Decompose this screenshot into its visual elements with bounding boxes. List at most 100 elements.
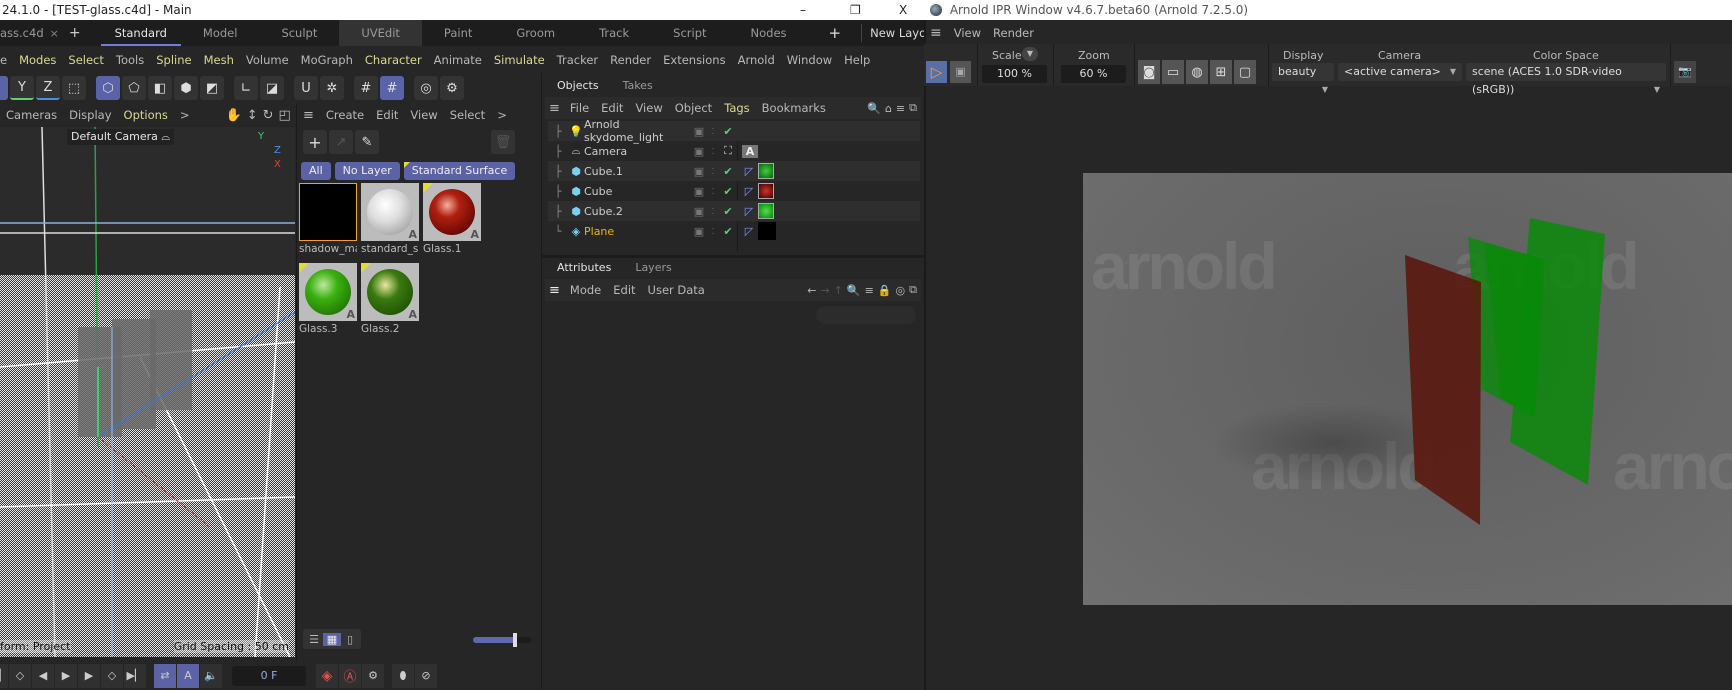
move-icon[interactable]: ↕: [247, 108, 258, 123]
material-tag-black[interactable]: [758, 222, 776, 240]
layer-visibility-icon[interactable]: ▣: [692, 205, 706, 218]
globe-icon[interactable]: ◍: [1186, 60, 1208, 84]
next-key-button[interactable]: ◇: [101, 663, 123, 688]
motion-mouse-icon[interactable]: ⬮: [392, 663, 414, 688]
search-icon[interactable]: 🔍: [847, 284, 861, 297]
grid-view-icon[interactable]: ▦: [323, 632, 341, 646]
back-arrow-icon[interactable]: ←: [807, 284, 816, 297]
edges-mode-icon[interactable]: ⬠: [122, 76, 146, 100]
tab-script[interactable]: Script: [651, 20, 728, 46]
editor-render-dots-icon[interactable]: ⁚: [706, 187, 720, 196]
restore-button[interactable]: ❐: [850, 0, 861, 20]
layer-visibility-icon[interactable]: ▣: [692, 125, 706, 138]
current-frame-field[interactable]: 0 F: [232, 665, 306, 686]
objects-menu-view[interactable]: View: [629, 101, 668, 115]
previous-frame-button[interactable]: ◀: [32, 663, 54, 688]
menu-window[interactable]: Window: [781, 53, 838, 67]
filter-icon[interactable]: ≡: [896, 102, 905, 115]
close-document-icon[interactable]: ×: [50, 27, 59, 40]
render-settings-icon[interactable]: ⚙: [440, 76, 464, 100]
menu-select[interactable]: Select: [62, 53, 109, 67]
polygons-mode-icon[interactable]: ◧: [148, 76, 172, 100]
magnet-icon[interactable]: Ս: [294, 76, 318, 100]
objects-menu-file[interactable]: File: [564, 101, 595, 115]
texture-tag-icon[interactable]: ◸: [742, 225, 756, 238]
hamburger-menu-icon[interactable]: ≡: [303, 108, 314, 123]
material-tag-green[interactable]: [758, 163, 774, 179]
new-window-icon[interactable]: ⧉: [909, 283, 917, 297]
texture-mode-icon[interactable]: ◪: [260, 76, 284, 100]
sound-icon[interactable]: 🔈: [200, 663, 222, 688]
menu-file[interactable]: e: [0, 53, 13, 67]
enabled-check-icon[interactable]: ✔: [720, 165, 736, 178]
tab-paint[interactable]: Paint: [422, 20, 494, 46]
scale-dropdown-icon[interactable]: ▼: [1022, 47, 1038, 61]
list-view-icon[interactable]: ☰: [305, 633, 323, 646]
material-menu-edit[interactable]: Edit: [370, 108, 404, 122]
editor-render-dots-icon[interactable]: ⁚: [706, 127, 720, 136]
editor-render-dots-icon[interactable]: ⁚: [706, 227, 720, 236]
tab-attributes[interactable]: Attributes: [545, 257, 623, 279]
motion-record-icon[interactable]: ⊘: [415, 663, 437, 688]
document-tab[interactable]: ass.c4d: [0, 20, 50, 46]
enabled-check-icon[interactable]: ✔: [720, 225, 736, 238]
attributes-menu-user-data[interactable]: User Data: [642, 283, 711, 297]
target-icon[interactable]: ◎: [896, 284, 906, 297]
objects-menu-object[interactable]: Object: [669, 101, 718, 115]
coordinate-system-icon[interactable]: ⬚: [62, 76, 86, 100]
menu-volume[interactable]: Volume: [240, 53, 295, 67]
objects-menu-edit[interactable]: Edit: [595, 101, 629, 115]
tab-sculpt[interactable]: Sculpt: [259, 20, 339, 46]
menu-spline[interactable]: Spline: [150, 53, 197, 67]
viewport-menu-options[interactable]: Options: [118, 108, 174, 122]
ipr-menu-view[interactable]: View: [948, 26, 987, 40]
material-standard-surface[interactable]: A standard_su: [361, 183, 419, 255]
menu-help[interactable]: Help: [838, 53, 876, 67]
arnold-camera-tag[interactable]: A: [742, 144, 758, 158]
add-document-button[interactable]: +: [69, 25, 81, 41]
camera-dropdown[interactable]: <active camera> ▼: [1338, 63, 1462, 81]
tab-layers[interactable]: Layers: [623, 257, 683, 279]
viewport-menu-more[interactable]: >: [174, 108, 196, 122]
lock-x-axis-button[interactable]: [0, 76, 8, 100]
menu-tools[interactable]: Tools: [110, 53, 150, 67]
object-row-camera[interactable]: ├ ⌓ Camera ▣ ⁚ ⛶ A: [548, 141, 920, 161]
material-glass-2[interactable]: A Glass.2: [361, 263, 419, 335]
grid-snap-icon[interactable]: #: [354, 76, 378, 100]
tab-takes[interactable]: Takes: [611, 75, 665, 97]
crop-region-icon[interactable]: ▢: [1234, 60, 1256, 84]
large-view-icon[interactable]: ▯: [341, 633, 359, 646]
camera-label[interactable]: Default Camera ⌓: [67, 129, 175, 145]
tab-objects[interactable]: Objects: [545, 75, 611, 97]
material-tag-green[interactable]: [758, 203, 774, 219]
preview-size-slider[interactable]: [473, 633, 531, 647]
objects-menu-bookmarks[interactable]: Bookmarks: [756, 101, 832, 115]
slider-handle[interactable]: [513, 633, 517, 647]
tab-uvedit[interactable]: UVEdit: [339, 20, 422, 46]
maximize-view-icon[interactable]: ◰: [279, 108, 291, 123]
add-layout-button[interactable]: +: [829, 24, 842, 42]
material-menu-select[interactable]: Select: [444, 108, 491, 122]
editor-render-dots-icon[interactable]: ⁚: [706, 167, 720, 176]
layer-visibility-icon[interactable]: ▣: [692, 185, 706, 198]
material-glass-1[interactable]: A Glass.1: [423, 183, 481, 255]
material-tag-red[interactable]: [758, 183, 774, 199]
model-mode-icon[interactable]: ⬢: [174, 76, 198, 100]
tab-groom[interactable]: Groom: [494, 20, 577, 46]
viewport-menu-cameras[interactable]: Cameras: [0, 108, 63, 122]
tab-standard[interactable]: Standard: [100, 20, 181, 46]
enabled-check-icon[interactable]: ✔: [720, 205, 736, 218]
menu-extensions[interactable]: Extensions: [657, 53, 731, 67]
next-frame-button[interactable]: ▶: [78, 663, 100, 688]
forward-arrow-icon[interactable]: →: [820, 284, 829, 297]
add-material-icon[interactable]: +: [303, 130, 327, 154]
loop-button[interactable]: ⇄: [154, 663, 176, 688]
menu-modes[interactable]: Modes: [13, 53, 62, 67]
close-button[interactable]: X: [899, 0, 907, 20]
camera-frame-icon[interactable]: ⛶: [720, 144, 736, 158]
filter-icon[interactable]: ≡: [865, 284, 874, 297]
apply-material-icon[interactable]: ↗: [329, 130, 353, 154]
start-render-play-button[interactable]: ▷: [926, 61, 947, 83]
axis-mode-icon[interactable]: ∟: [234, 76, 258, 100]
menu-mesh[interactable]: Mesh: [198, 53, 240, 67]
